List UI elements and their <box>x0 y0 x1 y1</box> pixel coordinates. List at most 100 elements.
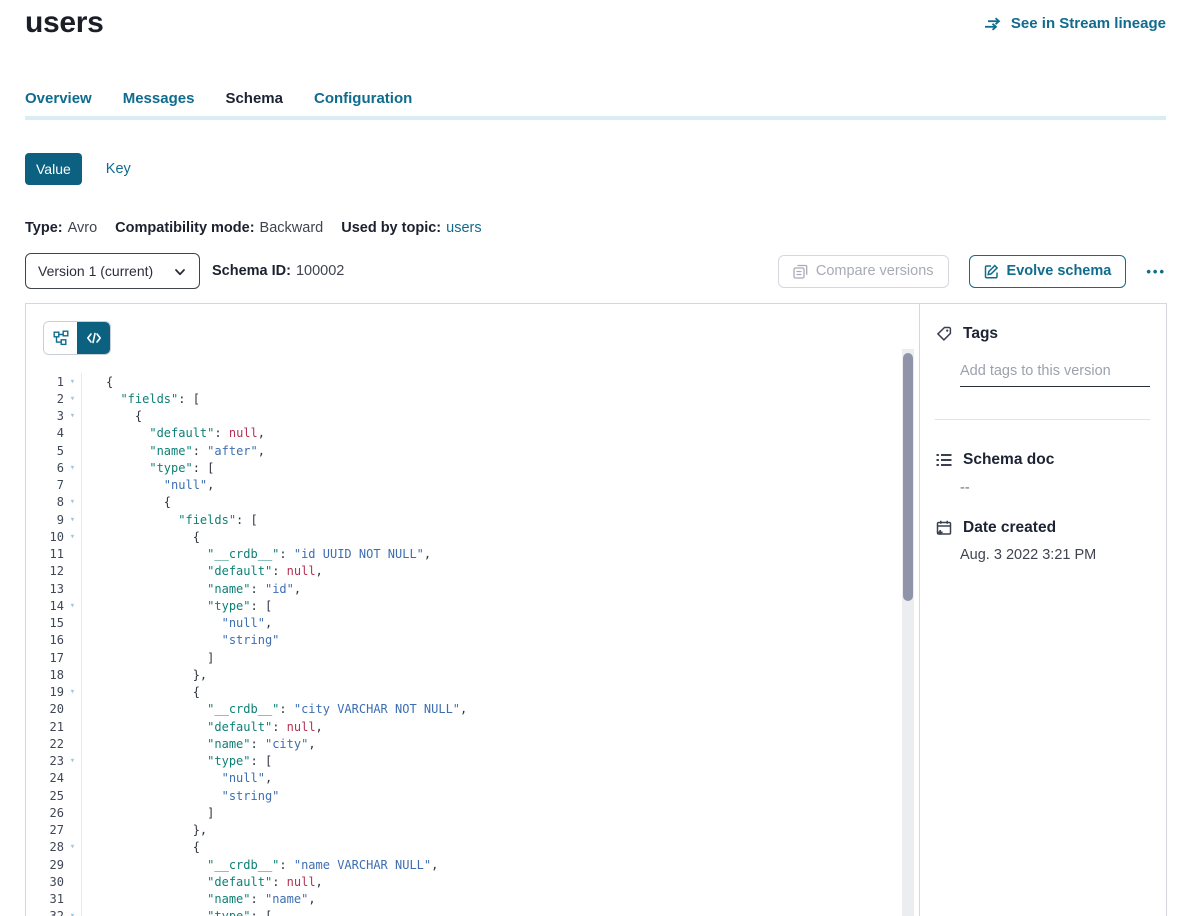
tags-input[interactable] <box>960 361 1150 387</box>
code-line: 15 "null", <box>26 615 899 632</box>
controls-right: Compare versions Evolve schema ••• <box>778 255 1166 288</box>
code-line: 6▾ "type": [ <box>26 459 899 476</box>
stream-lineage-link[interactable]: See in Stream lineage <box>984 15 1166 32</box>
edit-square-icon <box>984 264 999 279</box>
fold-toggle-icon[interactable]: ▾ <box>64 911 81 916</box>
fold-toggle-icon[interactable]: ▾ <box>64 756 81 766</box>
line-number: 4 <box>26 426 64 440</box>
line-number: 13 <box>26 582 64 596</box>
code-text: { <box>81 375 113 389</box>
code-line: 16 "string" <box>26 632 899 649</box>
version-select[interactable]: Version 1 (current) <box>25 253 200 289</box>
controls-row: Version 1 (current) Schema ID: 100002 Co… <box>25 253 1166 289</box>
code-line: 30 "default": null, <box>26 873 899 890</box>
tags-section-header: Tags <box>935 325 998 343</box>
topic-link[interactable]: users <box>446 220 481 236</box>
value-key-segment: Value Key <box>25 153 131 185</box>
code-text: "__crdb__": "name VARCHAR NULL", <box>81 858 438 872</box>
code-line: 8▾ { <box>26 494 899 511</box>
chevron-down-icon <box>172 264 188 280</box>
fold-toggle-icon[interactable]: ▾ <box>64 394 81 404</box>
fold-toggle-icon[interactable]: ▾ <box>64 601 81 611</box>
tab-schema[interactable]: Schema <box>225 90 283 108</box>
tab-configuration[interactable]: Configuration <box>314 90 412 108</box>
tab-messages[interactable]: Messages <box>123 90 195 108</box>
schema-editor-pane[interactable]: 1▾{2▾ "fields": [3▾ {4 "default": null,5… <box>26 304 919 916</box>
code-line: 9▾ "fields": [ <box>26 511 899 528</box>
code-line: 5 "name": "after", <box>26 442 899 459</box>
fold-toggle-icon[interactable]: ▾ <box>64 687 81 697</box>
schema-page: users See in Stream lineage Overview Mess… <box>0 0 1189 916</box>
code-text: "null", <box>81 478 214 492</box>
key-tab-link[interactable]: Key <box>106 161 131 177</box>
tab-underline-bar <box>25 116 1166 120</box>
line-number: 11 <box>26 547 64 561</box>
code-line: 10▾ { <box>26 528 899 545</box>
line-number: 32 <box>26 909 64 916</box>
line-number: 12 <box>26 564 64 578</box>
line-number: 21 <box>26 720 64 734</box>
fold-toggle-icon[interactable]: ▾ <box>64 515 81 525</box>
code-line: 3▾ { <box>26 408 899 425</box>
code-line: 11 "__crdb__": "id UUID NOT NULL", <box>26 546 899 563</box>
line-number: 3 <box>26 409 64 423</box>
topic-label: Used by topic: <box>341 220 441 236</box>
code-text: "default": null, <box>81 875 323 889</box>
type-value: Avro <box>68 220 98 236</box>
more-actions-button[interactable]: ••• <box>1146 265 1166 278</box>
fold-toggle-icon[interactable]: ▾ <box>64 497 81 507</box>
code-view-button[interactable] <box>77 322 110 354</box>
code-text: "null", <box>81 771 272 785</box>
value-tab-button[interactable]: Value <box>25 153 82 185</box>
tab-list: Overview Messages Schema Configuration <box>25 90 412 108</box>
fold-toggle-icon[interactable]: ▾ <box>64 463 81 473</box>
code-line: 20 "__crdb__": "city VARCHAR NOT NULL", <box>26 701 899 718</box>
code-text: "name": "after", <box>81 444 265 458</box>
editor-scrollbar-track[interactable] <box>902 349 914 916</box>
compare-versions-button[interactable]: Compare versions <box>778 255 949 288</box>
code-line: 23▾ "type": [ <box>26 753 899 770</box>
schema-id-label: Schema ID: <box>212 263 291 279</box>
code-line: 12 "default": null, <box>26 563 899 580</box>
editor-scrollbar-thumb[interactable] <box>903 353 913 601</box>
evolve-schema-button[interactable]: Evolve schema <box>969 255 1127 288</box>
page-title: users <box>25 6 104 40</box>
code-line: 22 "name": "city", <box>26 735 899 752</box>
used-by-topic: Used by topic: users <box>341 220 481 236</box>
line-number: 26 <box>26 806 64 820</box>
code-text: { <box>81 409 142 423</box>
code-text: "default": null, <box>81 426 265 440</box>
line-number: 18 <box>26 668 64 682</box>
fold-toggle-icon[interactable]: ▾ <box>64 411 81 421</box>
line-number: 5 <box>26 444 64 458</box>
code-line: 31 "name": "name", <box>26 891 899 908</box>
list-icon <box>935 451 953 469</box>
tree-view-button[interactable] <box>44 322 77 354</box>
code-text: "string" <box>81 633 279 647</box>
code-text: { <box>81 530 200 544</box>
compatibility-mode: Compatibility mode: Backward <box>115 220 323 236</box>
fold-toggle-icon[interactable]: ▾ <box>64 377 81 387</box>
code-line: 18 }, <box>26 666 899 683</box>
code-line: 24 "null", <box>26 770 899 787</box>
code-view-icon <box>86 330 102 346</box>
fold-toggle-icon[interactable]: ▾ <box>64 842 81 852</box>
line-number: 7 <box>26 478 64 492</box>
code-text: "name": "id", <box>81 582 301 596</box>
schema-detail-panel: 1▾{2▾ "fields": [3▾ {4 "default": null,5… <box>25 303 1167 916</box>
code-line: 26 ] <box>26 804 899 821</box>
version-selected-value: Version 1 (current) <box>38 263 153 279</box>
code-text: ] <box>81 806 214 820</box>
line-number: 25 <box>26 789 64 803</box>
code-line: 17 ] <box>26 649 899 666</box>
line-number: 29 <box>26 858 64 872</box>
tab-overview[interactable]: Overview <box>25 90 92 108</box>
code-line: 32▾ "type": [ <box>26 908 899 916</box>
tree-view-icon <box>53 330 69 346</box>
code-line: 29 "__crdb__": "name VARCHAR NULL", <box>26 856 899 873</box>
compat-label: Compatibility mode: <box>115 220 254 236</box>
code-text: "type": [ <box>81 599 272 613</box>
fold-toggle-icon[interactable]: ▾ <box>64 532 81 542</box>
calendar-add-icon <box>935 519 953 537</box>
line-number: 28 <box>26 840 64 854</box>
